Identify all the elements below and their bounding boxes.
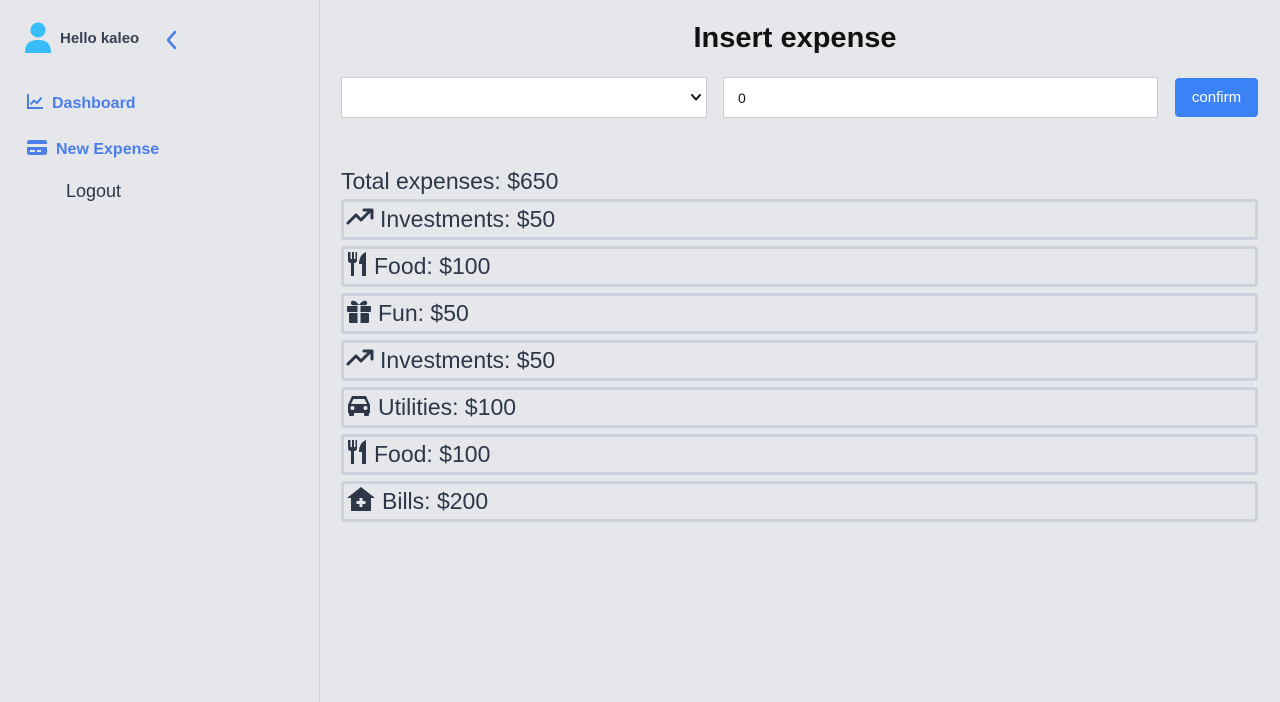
expense-label: Utilities: $100 [378, 394, 517, 420]
expense-item: Food: $100 [341, 434, 1258, 475]
expense-label: Fun: $50 [378, 300, 469, 326]
gift-icon [346, 298, 372, 330]
utensils-icon [346, 439, 368, 471]
trending-up-icon [346, 347, 374, 375]
chevron-left-icon [166, 30, 177, 50]
sidebar-item-new-expense[interactable]: New Expense [26, 138, 159, 161]
house-medical-icon [346, 486, 376, 518]
main-content: Insert expense confirm Total expenses: $… [321, 0, 1280, 702]
total-expenses: Total expenses: $650 [341, 168, 559, 194]
sidebar: Hello kaleo Dashboard New Expense Logout [0, 0, 320, 702]
expense-label: Food: $100 [374, 441, 491, 467]
chart-line-icon [26, 92, 44, 115]
expense-item: Utilities: $100 [341, 387, 1258, 428]
logout-link[interactable]: Logout [66, 181, 121, 202]
expense-label: Bills: $200 [382, 488, 489, 514]
trending-up-icon [346, 206, 374, 234]
user-avatar-icon [24, 22, 52, 54]
expense-list: Investments: $50 Food: $100 Fun: $50 Inv… [341, 199, 1258, 528]
expense-item: Bills: $200 [341, 481, 1258, 522]
page-title: Insert expense [693, 22, 897, 54]
expense-label: Investments: $50 [380, 206, 556, 232]
app: Hello kaleo Dashboard New Expense Logout… [0, 0, 1280, 702]
car-icon [346, 393, 372, 423]
credit-card-icon [26, 138, 48, 161]
amount-input[interactable] [723, 77, 1158, 118]
expense-item: Investments: $50 [341, 199, 1258, 240]
chevron-down-icon [691, 94, 701, 101]
confirm-button[interactable]: confirm [1175, 78, 1258, 117]
utensils-icon [346, 251, 368, 283]
sidebar-item-label: New Expense [56, 140, 160, 158]
expense-label: Investments: $50 [380, 347, 556, 373]
sidebar-item-dashboard[interactable]: Dashboard [26, 92, 136, 115]
category-select[interactable] [341, 77, 707, 118]
expense-item: Food: $100 [341, 246, 1258, 287]
expense-item: Fun: $50 [341, 293, 1258, 334]
sidebar-item-label: Dashboard [52, 94, 136, 112]
expense-label: Food: $100 [374, 253, 491, 279]
collapse-sidebar-button[interactable] [160, 28, 184, 52]
greeting-text: Hello kaleo [60, 29, 140, 47]
expense-item: Investments: $50 [341, 340, 1258, 381]
